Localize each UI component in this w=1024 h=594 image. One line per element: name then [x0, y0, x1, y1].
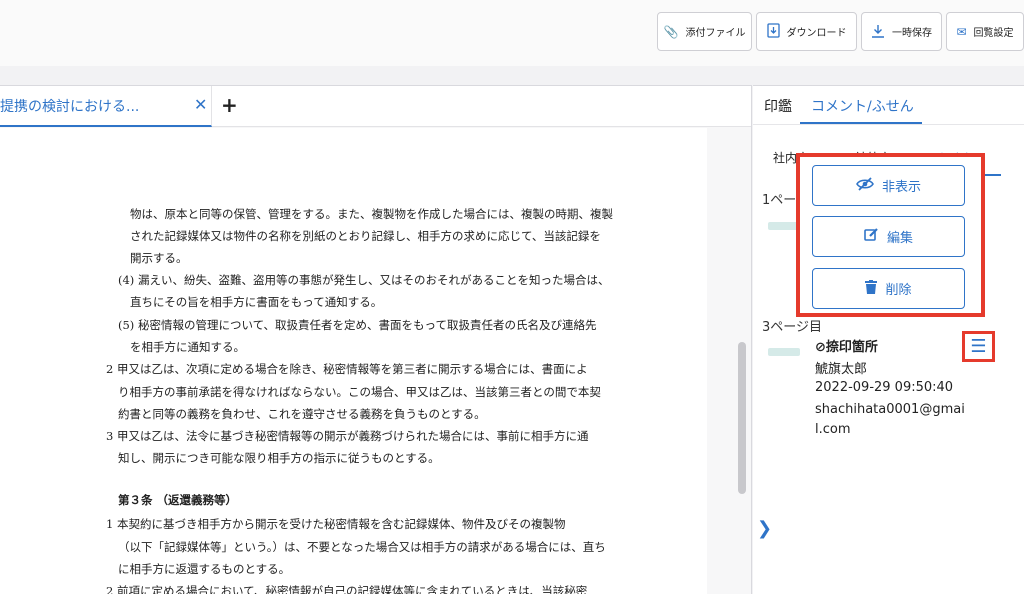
envelope-icon: ✉	[956, 24, 967, 39]
edit-label: 編集	[886, 231, 913, 246]
document-line: （以下「記録媒体等」という。）は、不要となった場合又は相手方の請求がある場合には…	[118, 540, 606, 554]
document-tab-title: 提携の検討における...	[0, 99, 140, 115]
section-heading: 第３条 （返還義務等）	[118, 493, 238, 507]
document-scrollbar[interactable]	[738, 342, 746, 494]
edit-icon	[864, 227, 879, 246]
review-settings-button[interactable]: ✉ 回覧設定	[946, 12, 1024, 51]
download-file-icon	[766, 23, 780, 40]
document-line: 開示する。	[130, 251, 188, 265]
comment-email-cont: l.com	[815, 422, 851, 437]
document-line: 直ちにその旨を相手方に書面をもって通知する。	[130, 295, 383, 309]
eye-slash-icon	[856, 176, 874, 195]
save-download-icon	[871, 24, 885, 40]
chevron-right-icon[interactable]: ❯	[757, 518, 772, 539]
paperclip-icon: 📎	[663, 24, 679, 39]
top-toolbar: 📎 添付ファイル ダウンロード 一時保存 ✉ 回覧設定	[0, 0, 1024, 66]
document-line: された記録媒体又は物件の名称を別紙のとおり記録し、相手方の求めに応じて、当該記録…	[130, 229, 601, 243]
hide-label: 非表示	[881, 180, 921, 195]
comment-author: 鯱旗太郎	[815, 362, 868, 377]
document-line: (5) 秘密情報の管理について、取扱責任者を定め、書面をもって取扱責任者の氏名及…	[118, 318, 597, 332]
hamburger-icon: ☰	[970, 336, 987, 357]
edit-button[interactable]: 編集	[812, 216, 965, 257]
tab-seal[interactable]: 印鑑	[764, 96, 792, 116]
delete-button[interactable]: 削除	[812, 268, 965, 309]
hide-button[interactable]: 非表示	[812, 165, 965, 206]
document-line: 2 前項に定める場合において、秘密情報が自己の記録媒体等に含まれているときは、当…	[106, 584, 588, 594]
comment-menu-button[interactable]: ☰	[962, 331, 995, 362]
download-label: ダウンロード	[786, 28, 847, 39]
document-line: 約書と同等の義務を負わせ、これを遵守させる義務を負うものとする。	[118, 407, 486, 421]
document-line: 2 甲又は乙は、次項に定める場合を除き、秘密情報等を第三者に開示する場合には、書…	[106, 362, 588, 376]
temporary-save-button[interactable]: 一時保存	[861, 12, 942, 51]
temporary-save-label: 一時保存	[892, 28, 932, 39]
document-line: を相手方に通知する。	[130, 340, 245, 354]
document-area: 提携の検討における... ✕ + 物は、原本と同等の保管、管理をする。また、複製…	[0, 85, 752, 594]
tab-comment[interactable]: コメント/ふせん	[811, 96, 914, 116]
download-button[interactable]: ダウンロード	[756, 12, 857, 51]
document-page: 物は、原本と同等の保管、管理をする。また、複製物を作成した場合には、複製の時期、…	[0, 128, 707, 594]
trash-icon	[865, 279, 878, 298]
attach-file-button[interactable]: 📎 添付ファイル	[657, 12, 752, 51]
document-tab[interactable]: 提携の検討における... ✕	[0, 86, 212, 127]
document-line: (4) 漏えい、紛失、盗難、盗用等の事態が発生し、又はそのおそれがあることを知っ…	[118, 273, 610, 287]
add-tab-icon[interactable]: +	[221, 93, 238, 117]
comment-context-menu: 非表示 編集 削除	[796, 153, 985, 317]
document-line: 3 甲又は乙は、法令に基づき秘密情報等の開示が義務づけられた場合には、事前に相手…	[106, 429, 589, 443]
document-tab-bar: 提携の検討における... ✕ +	[0, 86, 751, 127]
page3-label: 3ページ目	[762, 320, 823, 335]
close-tab-icon[interactable]: ✕	[194, 95, 207, 114]
document-line: 物は、原本と同等の保管、管理をする。また、複製物を作成した場合には、複製の時期、…	[130, 207, 613, 221]
tab-divider	[753, 124, 1024, 125]
attach-file-label: 添付ファイル	[685, 28, 746, 39]
document-line: り相手方の事前承諾を得なければならない。この場合、甲又は乙は、当該第三者との間で…	[118, 385, 601, 399]
comment-datetime: 2022-09-29 09:50:40	[815, 380, 954, 395]
document-line: 知し、開示につき可能な限り相手方の指示に従うものとする。	[118, 451, 440, 465]
comment-email: shachihata0001@gmai	[815, 402, 965, 417]
review-settings-label: 回覧設定	[973, 28, 1014, 39]
document-line: に相手方に返還するものとする。	[118, 562, 291, 576]
delete-label: 削除	[885, 283, 912, 298]
document-line: 1 本契約に基づき相手方から開示を受けた秘密情報を含む記録媒体、物件及びその複製…	[106, 517, 566, 531]
comment-title: ⊘捺印箇所	[815, 340, 878, 355]
sticky-note-marker[interactable]	[768, 348, 800, 356]
